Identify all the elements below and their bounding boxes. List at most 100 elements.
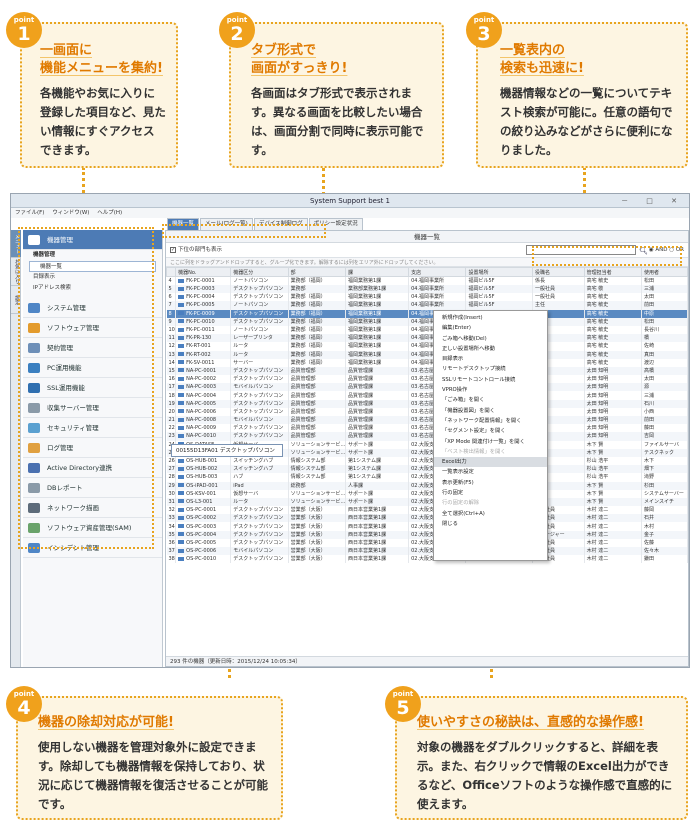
table-row[interactable]: 19 NA-PC-0005 デスクトップパソコン 品質管理部 品質管理課 03.名古屋事業… — [166, 399, 688, 408]
table-row[interactable]: 15 NA-PC-0001 デスクトップパソコン 品質管理部 品質管理課 03.名古屋事業… — [166, 366, 688, 376]
table-row[interactable]: 8 FK-PC-0009 デスクトップパソコン 業務部（福岡） 福岡業務第1課 04.福岡… — [166, 309, 688, 318]
table-row[interactable]: 33 OS-PC-0002 デスクトップパソコン 営業部（大阪） 西日本営業第1課 02.… — [166, 514, 688, 523]
point-card-5: 使いやすさの秘訣は、直感的な操作感! 対象の機器をダブルクリックすると、詳細を表… — [395, 696, 688, 820]
table-cell: ルータ — [230, 350, 289, 359]
context-menu-item[interactable]: Excel出力 — [434, 457, 547, 468]
table-row[interactable]: 17 NA-PC-0003 モバイルパソコン 品質管理部 品質管理課 03.名古屋事業所太… — [166, 383, 688, 392]
table-row[interactable]: 23 NA-PC-0010 デスクトップパソコン 品質管理部 品質管理課 03.名古屋事業… — [166, 432, 688, 441]
column-header[interactable]: 使用者 — [641, 267, 688, 277]
device-type-icon — [178, 294, 185, 299]
table-cell: FK-PC-0003 — [175, 285, 232, 294]
context-menu-item[interactable]: 全て選択(Ctrl+A) — [434, 509, 547, 519]
table-cell: 太田 知明 — [584, 383, 643, 392]
table-row[interactable]: 10 FK-PC-0011 ノートパソコン 業務部（福岡） 福岡業務第1課 04.福岡事業… — [166, 325, 688, 335]
context-menu-item[interactable]: 行の固定 — [434, 488, 547, 498]
table-cell: 業務部（福岡） — [288, 317, 347, 326]
context-menu-item[interactable]: 目録表示 — [434, 354, 547, 364]
column-header[interactable]: 役職名 — [532, 267, 585, 277]
table-row[interactable]: 37 OS-PC-0006 モバイルパソコン 営業部（大阪） 西日本営業第1課 02.大阪… — [166, 547, 688, 556]
table-cell: 11 — [166, 334, 177, 343]
device-type-icon — [178, 425, 185, 430]
table-cell: 37 — [166, 547, 177, 556]
table-row[interactable]: 22 NA-PC-0009 デスクトップパソコン 品質管理部 品質管理課 03.名古屋事業… — [166, 424, 688, 433]
window-controls[interactable]: － □ ✕ — [621, 194, 685, 208]
column-header[interactable]: 機器区分 — [230, 267, 289, 277]
table-cell: 29 — [166, 481, 177, 490]
table-cell: 情報システム部 — [288, 473, 347, 482]
context-menu-item[interactable]: 「XP Mode 関連付け一覧」を開く — [434, 437, 547, 447]
context-menu-item[interactable]: 「ごみ箱」を開く — [434, 395, 547, 405]
table-cell: 高宅 敏史 — [584, 293, 643, 302]
context-menu-item[interactable]: 閉じる — [434, 519, 547, 529]
context-menu-item[interactable]: 正しい設置場所へ移動 — [434, 344, 547, 354]
table-cell: 福岡業務第1課 — [345, 325, 410, 335]
context-menu-item[interactable]: ごみ箱へ移動(Del) — [434, 334, 547, 344]
column-header[interactable]: 設置場所 — [465, 267, 534, 277]
table-cell: 仮想サーバ — [230, 489, 289, 498]
table-cell: 源 — [641, 383, 688, 392]
table-row[interactable]: 28 OS-HUB-003 ハブ 情報システム部 第1システム課 02.大阪支店 杉山 浩平… — [166, 473, 688, 482]
menu-window[interactable]: ウィンドウ(W) — [52, 210, 89, 216]
context-menu-item[interactable]: リモートデスクトップ接続 — [434, 364, 547, 374]
table-row[interactable]: 9 FK-PC-0010 デスクトップパソコン 業務部（福岡） 福岡業務第1課 04.福岡… — [166, 317, 688, 326]
column-header[interactable]: 支店 — [408, 267, 467, 277]
table-row[interactable]: 30 OS-KSV-001 仮想サーバ ソリューションサービ... サポート課 02.大阪… — [166, 489, 688, 498]
column-header[interactable]: 課 — [344, 267, 410, 277]
table-row[interactable]: 18 NA-PC-0004 デスクトップパソコン 品質管理部 品質管理課 03.名古屋事業… — [166, 391, 688, 400]
table-cell: メインスイチ — [641, 497, 688, 507]
table-row[interactable]: 5 FK-PC-0003 デスクトップパソコン 業務部 業務部業務第1課 04.福岡事業所… — [166, 285, 688, 294]
context-menu-item[interactable]: VPRO操作 — [434, 385, 547, 395]
table-row[interactable]: 38 OS-PC-0010 デスクトップパソコン 営業部（大阪） 西日本営業第1課 02.… — [166, 555, 688, 564]
table-row[interactable]: 16 NA-PC-0002 デスクトップパソコン 品質管理部 品質管理課 03.名古屋事業… — [166, 375, 688, 384]
menu-file[interactable]: ファイル(F) — [15, 210, 44, 216]
table-cell: ソリューションサービ... — [288, 489, 347, 498]
table-cell: 係長 — [532, 276, 585, 285]
menu-help[interactable]: ヘルプ(H) — [97, 210, 122, 216]
column-header[interactable]: 管理担当者 — [583, 267, 643, 277]
table-row[interactable]: 12 FK-RT-001 ルータ 業務部（福岡） 福岡業務第1課 04.福岡事業所 高宅 敏… — [166, 342, 688, 351]
table-row[interactable]: 7 FK-PC-0005 ノートパソコン 業務部（福岡） 福岡業務第1課 04.福岡事業所… — [166, 301, 688, 310]
context-menu-item[interactable]: 新規作成(Insert) — [434, 313, 547, 323]
table-row[interactable]: 31OS-L3-001ルータソリューションサービ...サポート課02.大阪支店4… — [166, 497, 688, 507]
table-row[interactable]: 6 FK-PC-0004 デスクトップパソコン 業務部（福岡） 福岡業務第1課 04.福岡… — [166, 293, 688, 302]
table-cell: 高宅 敏史 — [584, 317, 643, 326]
table-row[interactable]: 35 OS-PC-0004 デスクトップパソコン 営業部（大阪） 西日本営業第1課 02.… — [166, 530, 688, 539]
context-menu-item[interactable]: 一覧表示設定 — [434, 467, 547, 477]
context-menu-item[interactable]: 「ベスト検出情報」を開く — [434, 447, 547, 457]
device-type-icon — [178, 319, 185, 324]
table-row[interactable]: 29 OS-iPAD-001 iPad 総務部 人事課 02.大阪支店 木下 賢杉田 — [166, 481, 688, 490]
table-cell: 34 — [166, 522, 177, 531]
table-row[interactable]: 13 FK-RT-002 ルータ 業務部（福岡） 福岡業務第1課 04.福岡事業所 高宅 敏… — [166, 350, 688, 359]
table-row[interactable]: 11 FK-PR-130 レーザープリンタ 業務部（福岡） 福岡業務第1課 04.福岡事業… — [166, 334, 688, 343]
table-row[interactable]: 27 OS-HUB-002 スイッチングハブ 情報システム部 第1システム課 02.大阪支… — [166, 465, 688, 474]
context-menu-item[interactable]: 「機器設置図」を開く — [434, 406, 547, 416]
context-menu-item[interactable]: SSLリモートコントロール接続 — [434, 375, 547, 385]
table-cell: スイッチングハブ — [230, 456, 289, 466]
show-sub-checkbox[interactable]: ✓ — [170, 246, 176, 253]
context-menu-item[interactable]: 「ネットワーク配置情報」を開く — [434, 416, 547, 426]
table-row[interactable]: 34 OS-PC-0003 デスクトップパソコン 営業部（大阪） 西日本営業第1課 02.… — [166, 522, 688, 531]
table-cell: 業務部（福岡） — [288, 350, 347, 359]
table-cell: 品質管理課 — [345, 399, 410, 408]
table-cell: 佐藤 — [641, 538, 688, 547]
table-cell: 20 — [166, 407, 177, 416]
table-cell: 西日本営業第1課 — [345, 547, 410, 556]
table-cell: 木村 達二 — [584, 530, 643, 539]
table-cell: ハブ — [230, 473, 289, 482]
context-menu-item[interactable]: 表示更新(F5) — [434, 478, 547, 488]
context-menu-item[interactable]: 「セグメント設定」を開く — [434, 426, 547, 436]
table-row[interactable]: 26 OS-HUB-001 スイッチングハブ 情報システム部 第1システム課 02.大阪支… — [166, 456, 688, 466]
table-row[interactable]: 32 OS-PC-0001 デスクトップパソコン 営業部（大阪） 西日本営業第1課 02.… — [166, 506, 688, 515]
table-row[interactable]: 21 NA-PC-0008 モバイルパソコン 品質管理部 品質管理課 03.名古屋事業所太… — [166, 416, 688, 425]
table-cell: 一般社員 — [532, 293, 585, 302]
column-header[interactable]: 機器No. — [175, 267, 232, 277]
table-row[interactable]: 14 FK-SV-0011 サーバー 業務部（福岡） 福岡業務第1課 04.福岡事業所 高宅… — [166, 358, 688, 367]
table-row[interactable]: 20 NA-PC-0006 デスクトップパソコン 品質管理部 品質管理課 03.名古屋事業… — [166, 407, 688, 416]
column-header[interactable]: 部 — [287, 267, 347, 277]
column-header[interactable] — [165, 267, 177, 277]
table-cell: 金子 — [641, 530, 688, 539]
context-menu-item[interactable]: 行の固定の解除 — [434, 498, 547, 508]
context-menu-item[interactable]: 編集(Enter) — [434, 323, 547, 333]
table-row[interactable]: 4 FK-PC-0001 ノートパソコン 業務部（福岡） 福岡業務第1課 04.福岡事業所… — [166, 276, 688, 285]
table-row[interactable]: 36 OS-PC-0005 デスクトップパソコン 営業部（大阪） 西日本営業第1課 02.… — [166, 538, 688, 547]
